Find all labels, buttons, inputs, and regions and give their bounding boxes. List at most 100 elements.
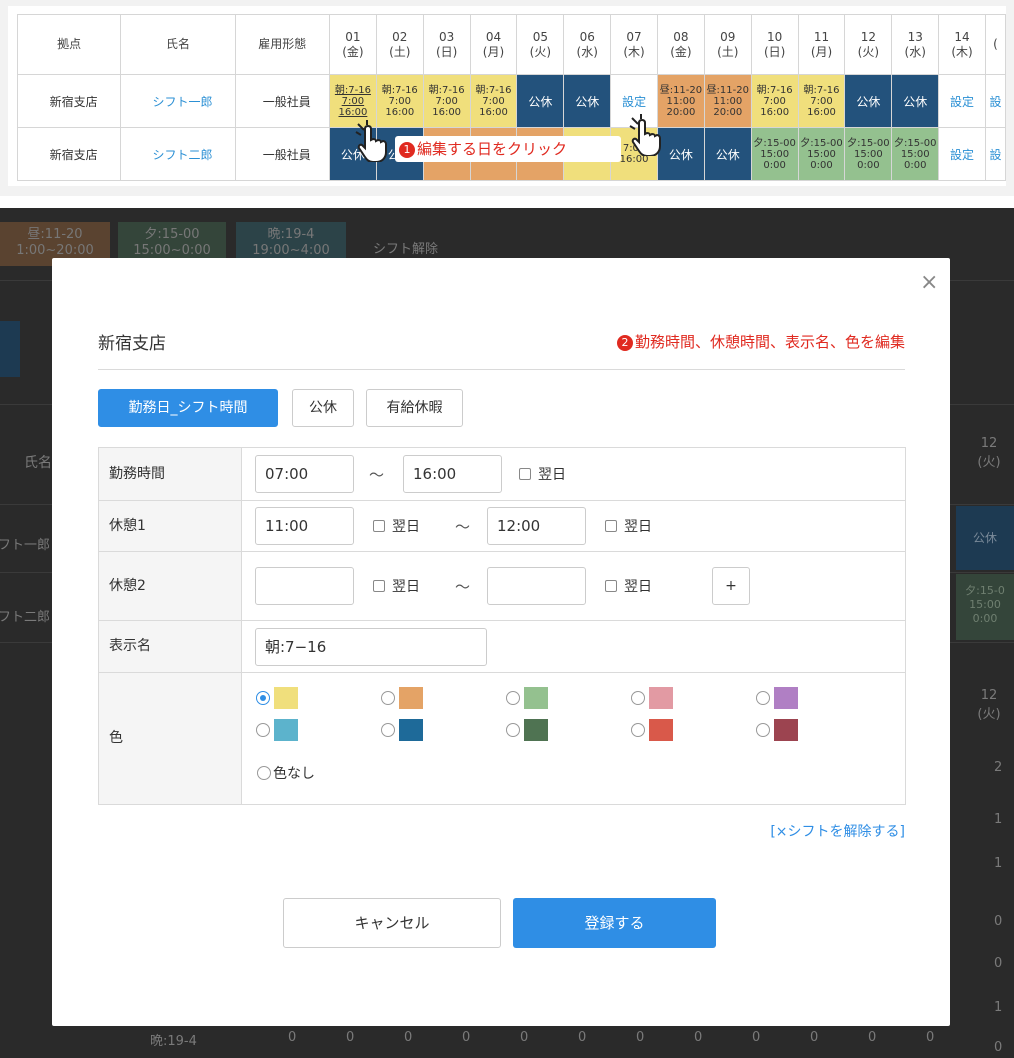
tab-workday[interactable]: 勤務日_シフト時間	[98, 389, 278, 427]
save-button[interactable]: 登録する	[513, 898, 716, 948]
add-break-button[interactable]: +	[712, 567, 750, 605]
shift-text: 設定	[950, 94, 975, 109]
next-day-label: 翌日	[538, 467, 566, 483]
bg-name-header: 氏名	[24, 455, 52, 471]
holiday-cell[interactable]: 公休	[891, 74, 940, 128]
no-color-option[interactable]: 色なし	[257, 763, 315, 783]
day-number: 05	[532, 29, 548, 44]
day-weekday: (木)	[623, 44, 645, 59]
shift-cell[interactable]: 夕:15-00 15:00 0:00	[844, 127, 893, 181]
color-option[interactable]	[506, 719, 550, 741]
day-number: 12	[860, 29, 876, 44]
shift-text: 16:00	[385, 106, 415, 118]
color-swatch	[649, 687, 673, 709]
color-option[interactable]	[381, 687, 425, 709]
holiday-cell[interactable]: 公休	[563, 74, 612, 128]
employee-name-link[interactable]: シフト一郎	[120, 74, 236, 128]
shift-text: 朝:7-16	[756, 84, 793, 96]
work-end-input[interactable]: 16:00	[403, 455, 502, 493]
shift-cell[interactable]: 夕:15-00 15:00 0:00	[750, 127, 799, 181]
bg-right-day: 12 (火)	[972, 436, 1006, 470]
work-next-day-checkbox[interactable]: 翌日	[519, 464, 566, 484]
shift-text: 7:00	[763, 95, 786, 107]
break1-end-input[interactable]: 12:00	[487, 507, 586, 545]
day-weekday: (水)	[576, 44, 598, 59]
bg-name-1: フト一郎	[0, 538, 51, 553]
cancel-button[interactable]: キャンセル	[283, 898, 501, 948]
bg-right-shift-3: 0:00	[972, 612, 998, 625]
day-number: 08	[673, 29, 689, 44]
header-day: 11 (月)	[797, 14, 846, 75]
row-color: 色 色なし	[99, 673, 905, 804]
shift-text: 16:00	[432, 106, 462, 118]
set-shift-cell[interactable]: 設	[984, 127, 1006, 181]
day-number: 13	[907, 29, 923, 44]
tab-paid-leave[interactable]: 有給休暇	[366, 389, 463, 427]
set-shift-cell[interactable]: 設定	[938, 127, 986, 181]
shift-cell[interactable]: 朝:7-16 7:00 16:00	[422, 74, 471, 128]
shift-cell[interactable]: 朝:7-16 7:00 16:00	[469, 74, 518, 128]
day-number: 04	[485, 29, 502, 44]
divider	[98, 369, 905, 370]
header-employment: 雇用形態	[234, 14, 330, 75]
day-number: 11	[813, 29, 830, 44]
color-option[interactable]	[256, 719, 300, 741]
day-weekday: (土)	[717, 44, 739, 59]
color-option[interactable]	[381, 719, 425, 741]
day-number: 01	[345, 29, 361, 44]
shift-cell[interactable]: 夕:15-00 15:00 0:00	[891, 127, 940, 181]
break2-start-next-day-checkbox[interactable]: 翌日	[373, 576, 420, 596]
shift-text: 16:00	[760, 106, 790, 118]
break2-start-input[interactable]	[255, 567, 354, 605]
bg-count: 1	[994, 856, 1003, 871]
schedule-header-row: 拠点 氏名 雇用形態 01 (金) 02 (土) 03 (日) 04 (月) 05 (火) 06 (水…	[16, 14, 1006, 75]
work-start-input[interactable]: 07:00	[255, 455, 354, 493]
branch-cell: 新宿支店	[16, 74, 122, 128]
break1-start-input[interactable]: 11:00	[255, 507, 354, 545]
holiday-cell[interactable]: 公休	[703, 127, 752, 181]
holiday-cell[interactable]: 公休	[844, 74, 893, 128]
table-row: 新宿支店 シフト一郎 一般社員 朝:7-16 7:00 16:00 朝:7-16 7:00 16…	[16, 74, 1006, 128]
unset-shift-link[interactable]: [×シフトを解除する]	[770, 821, 905, 841]
color-option[interactable]	[506, 687, 550, 709]
set-shift-cell[interactable]: 設	[984, 74, 1006, 128]
radio-icon	[381, 691, 395, 705]
close-icon[interactable]: ×	[920, 270, 938, 295]
set-shift-cell[interactable]: 設定	[938, 74, 986, 128]
break2-end-next-day-checkbox[interactable]: 翌日	[605, 576, 652, 596]
color-option[interactable]	[631, 687, 675, 709]
bg-zero: 0	[810, 1030, 819, 1045]
holiday-cell[interactable]: 公休	[516, 74, 565, 128]
shift-text: 昼:11-20	[706, 84, 749, 96]
shift-text: 設	[989, 147, 1002, 162]
step-badge: 1	[399, 142, 415, 158]
shift-cell[interactable]: 朝:7-16 7:00 16:00	[750, 74, 799, 128]
bg-count: 1	[994, 812, 1003, 827]
bg-right-shift: 夕:15-0 15:00 0:00	[956, 574, 1014, 640]
color-swatch	[399, 719, 423, 741]
break1-end-next-day-checkbox[interactable]: 翌日	[605, 516, 652, 536]
color-option[interactable]	[631, 719, 675, 741]
break2-end-input[interactable]	[487, 567, 586, 605]
shift-cell[interactable]: 朝:7-16 7:00 16:00	[797, 74, 846, 128]
display-name-input[interactable]: 朝:7−16	[255, 628, 487, 666]
color-option[interactable]	[256, 687, 300, 709]
shift-text: 公休	[528, 94, 553, 109]
shift-text: 0:00	[903, 159, 927, 171]
radio-icon	[631, 723, 645, 737]
shift-text: 15:00	[853, 148, 883, 160]
color-option[interactable]	[756, 719, 800, 741]
break1-start-next-day-checkbox[interactable]: 翌日	[373, 516, 420, 536]
shift-cell[interactable]: 夕:15-00 15:00 0:00	[797, 127, 846, 181]
tab-holiday[interactable]: 公休	[292, 389, 354, 427]
employee-name-link[interactable]: シフト二郎	[120, 127, 236, 181]
next-day-label: 翌日	[392, 519, 420, 535]
day-weekday: (日)	[763, 44, 786, 59]
color-swatch	[524, 719, 548, 741]
shift-cell[interactable]: 昼:11-20 11:00 20:00	[703, 74, 752, 128]
color-option[interactable]	[756, 687, 800, 709]
pointer-hand-icon	[629, 114, 661, 156]
shift-text: 公休	[575, 94, 600, 109]
header-day: 08 (金)	[657, 14, 705, 75]
range-separator: 〜	[455, 578, 471, 596]
